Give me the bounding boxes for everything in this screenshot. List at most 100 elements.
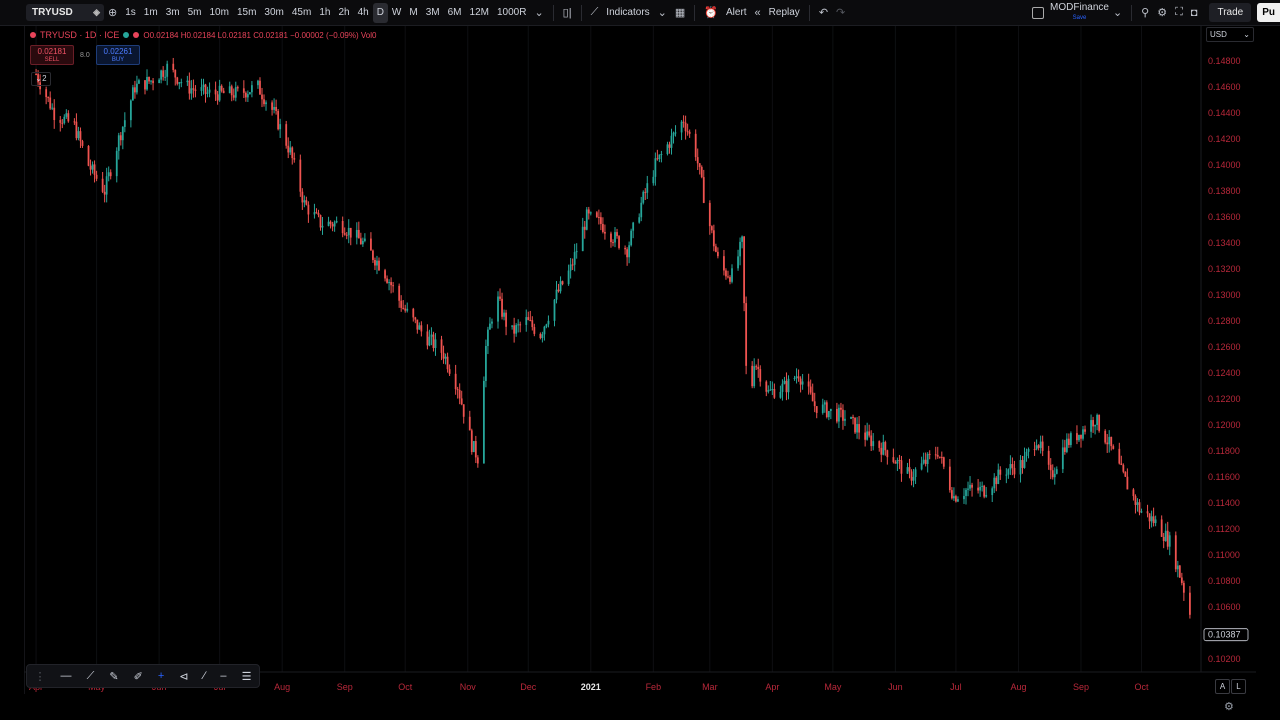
interval-button[interactable]: 2h <box>334 3 353 23</box>
candle-body <box>654 158 657 177</box>
candle-body <box>870 435 873 447</box>
alert-icon[interactable]: ⏰ <box>700 6 722 19</box>
y-tick-label: 0.11800 <box>1208 446 1240 456</box>
candle-body <box>995 477 998 485</box>
candle-body <box>614 232 616 243</box>
projection-icon[interactable]: ⊲ <box>179 670 188 683</box>
candle-body <box>1039 441 1042 448</box>
redo-icon[interactable]: ↷ <box>832 6 849 19</box>
interval-button[interactable]: 10m <box>206 3 233 23</box>
interval-button[interactable]: 3M <box>422 3 444 23</box>
log-scale-button[interactable]: L <box>1231 679 1246 694</box>
candle-body <box>882 442 885 455</box>
quick-search-icon[interactable]: ⚲ <box>1137 6 1153 19</box>
interval-button[interactable]: 1m <box>140 3 162 23</box>
extended-line-icon[interactable]: ‒ <box>220 670 226 682</box>
candle-body <box>503 312 505 317</box>
interval-button[interactable]: 30m <box>260 3 287 23</box>
trend-line-icon[interactable]: ⟋ <box>87 670 95 683</box>
candle-body <box>632 222 635 231</box>
candle-body <box>694 133 697 158</box>
interval-button[interactable]: 15m <box>233 3 260 23</box>
interval-dropdown-icon[interactable]: ⌄ <box>530 6 547 19</box>
layout-menu[interactable]: MODFinance Save <box>1050 2 1109 23</box>
interval-button[interactable]: D <box>372 2 388 23</box>
indicators-icon[interactable]: ⟋ <box>587 6 603 19</box>
ray-icon[interactable]: ∕ <box>204 670 206 682</box>
symbol-legend[interactable]: TRYUSD · 1D · ICE O0.02184 H0.02184 L0.0… <box>30 30 376 40</box>
interval-button[interactable]: 45m <box>288 3 315 23</box>
candle-body <box>612 242 614 244</box>
symbol-search[interactable]: TRYUSD ◈ <box>26 4 104 21</box>
legend-collapse-button[interactable]: ⌄2 <box>31 72 51 86</box>
publish-button[interactable]: Pu <box>1257 3 1280 22</box>
interval-button[interactable]: 1h <box>315 3 334 23</box>
templates-icon[interactable]: ▦ <box>671 6 689 19</box>
layout-checkbox[interactable] <box>1032 6 1045 19</box>
candle-body <box>1065 438 1068 452</box>
chevron-down-icon: ⌄ <box>1243 30 1250 39</box>
symbol-options-icon[interactable]: ◈ <box>93 7 100 18</box>
chart-area[interactable]: 0.102000.104000.106000.108000.110000.112… <box>24 26 1256 699</box>
candle-body <box>642 191 645 203</box>
trade-button[interactable]: Trade <box>1209 3 1252 22</box>
price-chart[interactable]: 0.102000.104000.106000.108000.110000.112… <box>24 26 1256 694</box>
y-tick-label: 0.13400 <box>1208 238 1241 248</box>
replay-icon[interactable]: « <box>751 7 765 19</box>
candle-body <box>1021 460 1024 468</box>
compare-add-icon[interactable]: ⊕ <box>104 6 121 19</box>
candle-body <box>539 333 542 339</box>
chart-settings-icon[interactable]: ⚙ <box>1224 700 1234 713</box>
candle-body <box>214 89 217 95</box>
candle-body <box>121 126 124 141</box>
candle-body <box>797 376 800 379</box>
crosshair-icon[interactable]: + <box>158 670 164 682</box>
candle-body <box>335 220 338 223</box>
chart-type-icon[interactable]: ▯| <box>559 6 576 19</box>
horizontal-line-icon[interactable]: — <box>61 670 72 682</box>
interval-button[interactable]: 6M <box>444 3 466 23</box>
candle-body <box>402 307 405 309</box>
candle-body <box>892 457 895 463</box>
interval-button[interactable]: M <box>405 3 421 23</box>
candle-body <box>700 166 703 178</box>
layout-dropdown-icon[interactable]: ⌄ <box>1109 6 1126 19</box>
candle-body <box>404 308 407 311</box>
interval-button[interactable]: 1s <box>121 3 140 23</box>
interval-button[interactable]: 5m <box>184 3 206 23</box>
candle-body <box>1108 436 1111 445</box>
auto-scale-button[interactable]: A <box>1215 679 1230 694</box>
interval-button[interactable]: 12M <box>466 3 493 23</box>
candle-body <box>1035 445 1038 450</box>
snapshot-icon[interactable]: ◘ <box>1187 7 1202 19</box>
candle-body <box>604 231 606 234</box>
interval-button[interactable]: 4h <box>354 3 373 23</box>
candle-body <box>773 389 776 398</box>
interval-button[interactable]: W <box>388 3 405 23</box>
pencil-icon[interactable]: ✐ <box>134 670 143 683</box>
settings-icon[interactable]: ⚙ <box>1153 6 1171 19</box>
candle-body <box>1011 464 1014 468</box>
left-panel-strip <box>0 26 25 694</box>
symbol-label: TRYUSD <box>32 7 73 18</box>
fib-icon[interactable]: ☰ <box>242 670 252 683</box>
undo-icon[interactable]: ↶ <box>815 6 832 19</box>
alert-button[interactable]: Alert <box>722 3 751 23</box>
indicators-button[interactable]: Indicators <box>602 3 653 23</box>
candle-body <box>246 94 249 98</box>
candle-body <box>412 308 415 318</box>
indicators-dropdown-icon[interactable]: ⌄ <box>654 6 671 19</box>
candle-body <box>878 441 881 448</box>
fullscreen-icon[interactable]: ⛶ <box>1171 6 1187 19</box>
sell-button[interactable]: 0.02181 SELL <box>30 45 74 65</box>
interval-button[interactable]: 3m <box>162 3 184 23</box>
currency-selector[interactable]: USD ⌄ <box>1206 27 1254 42</box>
grip-icon[interactable]: ⋮ <box>35 670 46 683</box>
buy-button[interactable]: 0.02261 BUY <box>96 45 140 65</box>
brush-icon[interactable]: ✎ <box>109 670 118 683</box>
interval-button[interactable]: 1000R <box>493 3 530 23</box>
replay-button[interactable]: Replay <box>765 3 804 23</box>
candle-body <box>561 281 564 285</box>
candle-body <box>557 289 560 292</box>
candle-body <box>442 352 445 359</box>
